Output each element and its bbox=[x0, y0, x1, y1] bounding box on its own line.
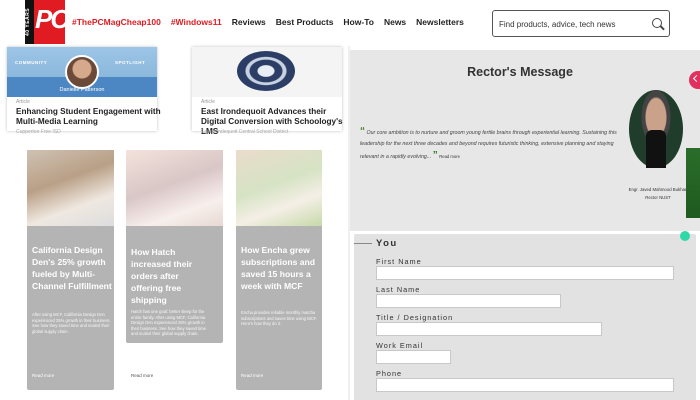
rector-quote-text: Our core ambition is to nurture and groo… bbox=[360, 130, 617, 160]
case-study-photo bbox=[126, 150, 223, 226]
top-navigation-bar: 40 YEARS PC #ThePCMagCheap100 #Windows11… bbox=[0, 0, 700, 46]
case-study-description: Encha provides reliable monthly matcha s… bbox=[241, 310, 317, 327]
read-more-link[interactable]: Read more bbox=[241, 373, 263, 378]
article-thumbnail bbox=[192, 47, 342, 97]
last-name-field[interactable] bbox=[376, 294, 561, 308]
case-study-title[interactable]: How Encha grew subscriptions and saved 1… bbox=[241, 244, 323, 292]
article-thumbnail: COMMUNITY SPOTLIGHT Danielle Patterson bbox=[7, 47, 157, 97]
community-badge: COMMUNITY bbox=[15, 60, 48, 65]
rector-caption: Engr. Javed Mahmood Bukhari Rector NUST bbox=[620, 186, 696, 202]
close-quote-icon: ” bbox=[432, 150, 438, 161]
first-name-field[interactable] bbox=[376, 266, 674, 280]
fieldset-line bbox=[354, 243, 372, 244]
read-more-link[interactable]: Read more bbox=[32, 373, 54, 378]
case-study-title[interactable]: How Hatch increased their orders after o… bbox=[131, 246, 213, 306]
status-dot bbox=[680, 231, 690, 241]
case-study-photo bbox=[27, 150, 114, 226]
first-name-label: First Name bbox=[376, 257, 422, 266]
case-study-card[interactable]: How Hatch increased their orders after o… bbox=[126, 150, 223, 378]
rector-role: Rector NUST bbox=[645, 195, 671, 200]
rector-quote: “ Our core ambition is to nurture and gr… bbox=[360, 126, 622, 163]
title-designation-field[interactable] bbox=[376, 322, 602, 336]
work-email-label: Work Email bbox=[376, 341, 424, 350]
spotlight-badge: SPOTLIGHT bbox=[115, 60, 146, 65]
form-legend: You bbox=[376, 238, 398, 249]
flag-decoration bbox=[686, 148, 700, 218]
rector-heading: Rector's Message bbox=[467, 65, 573, 79]
open-quote-icon: “ bbox=[360, 126, 365, 137]
rector-read-more-link[interactable]: Read more bbox=[439, 154, 460, 159]
rector-message-panel: Rector's Message “ Our core ambition is … bbox=[350, 50, 700, 231]
search-box bbox=[492, 10, 670, 37]
nav-link-how-to[interactable]: How-To bbox=[343, 17, 374, 27]
logo-anniversary-tag: 40 YEARS bbox=[25, 0, 34, 44]
article-source: East Irondequoit Central School District bbox=[201, 129, 289, 135]
article-type: Article bbox=[16, 99, 30, 105]
nav-hashtag-windows11[interactable]: #Windows11 bbox=[171, 17, 222, 27]
rector-name: Engr. Javed Mahmood Bukhari bbox=[628, 187, 688, 192]
contact-form-section: You First Name Last Name Title / Designa… bbox=[350, 231, 700, 400]
search-input[interactable] bbox=[499, 17, 649, 31]
phone-label: Phone bbox=[376, 369, 403, 378]
case-study-description: Hatch has one goal: better sleep for the… bbox=[131, 309, 206, 337]
phone-field[interactable] bbox=[376, 378, 674, 392]
read-more-link[interactable]: Read more bbox=[131, 373, 153, 378]
search-icon[interactable] bbox=[652, 18, 662, 28]
nav-link-best-products[interactable]: Best Products bbox=[276, 17, 334, 27]
nav-link-reviews[interactable]: Reviews bbox=[232, 17, 266, 27]
case-study-photo bbox=[236, 150, 322, 226]
pcmag-logo[interactable]: 40 YEARS PC bbox=[25, 0, 69, 44]
article-type: Article bbox=[201, 99, 215, 105]
rector-avatar bbox=[629, 90, 683, 168]
contact-form: You First Name Last Name Title / Designa… bbox=[354, 234, 696, 400]
article-source: Cupperton Free ISD bbox=[16, 129, 61, 135]
article-title[interactable]: Enhancing Student Engagement with Multi-… bbox=[16, 107, 161, 127]
work-email-field[interactable] bbox=[376, 350, 451, 364]
title-designation-label: Title / Designation bbox=[376, 313, 454, 322]
case-study-description: After using MCF, California Design Den e… bbox=[32, 312, 111, 334]
page-root: 40 YEARS PC #ThePCMagCheap100 #Windows11… bbox=[0, 0, 700, 400]
person-portrait bbox=[65, 55, 99, 89]
article-card[interactable]: Article East Irondequoit Advances their … bbox=[192, 47, 343, 136]
person-name: Danielle Patterson bbox=[59, 87, 105, 93]
case-study-card[interactable]: How Encha grew subscriptions and saved 1… bbox=[236, 150, 322, 390]
nav-link-newsletters[interactable]: Newsletters bbox=[416, 17, 464, 27]
nav-hashtag-cheap100[interactable]: #ThePCMagCheap100 bbox=[72, 17, 161, 27]
logo-mark: PC bbox=[35, 4, 69, 34]
last-name-label: Last Name bbox=[376, 285, 421, 294]
case-study-card[interactable]: California Design Den's 25% growth fuele… bbox=[27, 150, 114, 390]
school-emblem-icon bbox=[237, 51, 295, 91]
main-nav: #ThePCMagCheap100 #Windows11 Reviews Bes… bbox=[72, 17, 464, 27]
case-study-title[interactable]: California Design Den's 25% growth fuele… bbox=[32, 244, 114, 292]
nav-link-news[interactable]: News bbox=[384, 17, 406, 27]
article-card[interactable]: COMMUNITY SPOTLIGHT Danielle Patterson A… bbox=[7, 47, 161, 135]
side-tab-button[interactable] bbox=[689, 71, 700, 89]
